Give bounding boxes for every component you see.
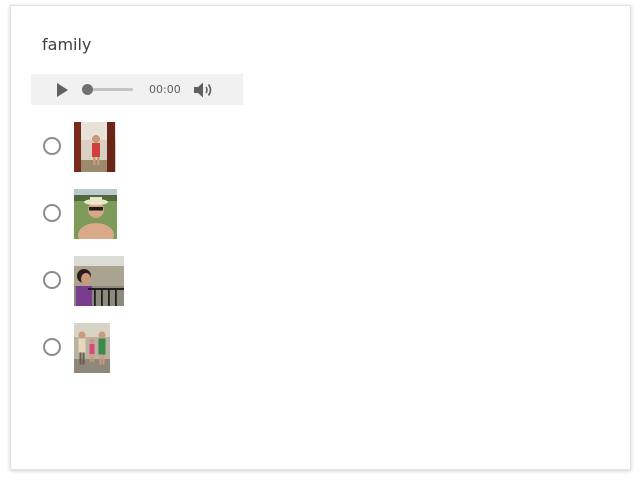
photo-thumbnail [74,122,116,172]
time-display: 00:00 [149,83,181,96]
play-icon[interactable] [57,83,68,97]
photo-family-group-image [74,323,110,373]
photo-woman-balcony-railing-image [74,256,124,306]
volume-icon[interactable] [193,81,215,99]
photo-man-sunglasses-hat-image [74,189,117,239]
seek-thumb[interactable] [82,84,93,95]
audio-player: 00:00 [31,74,243,105]
question-card: family 00:00 [10,5,631,470]
radio-button[interactable] [43,271,61,289]
photo-thumbnail [74,256,124,306]
question-title: family [42,35,92,54]
photo-child-red-pillars-image [74,122,116,172]
radio-button[interactable] [43,338,61,356]
photo-thumbnail [74,189,117,239]
photo-thumbnail [74,323,110,373]
radio-button[interactable] [43,204,61,222]
radio-button[interactable] [43,137,61,155]
